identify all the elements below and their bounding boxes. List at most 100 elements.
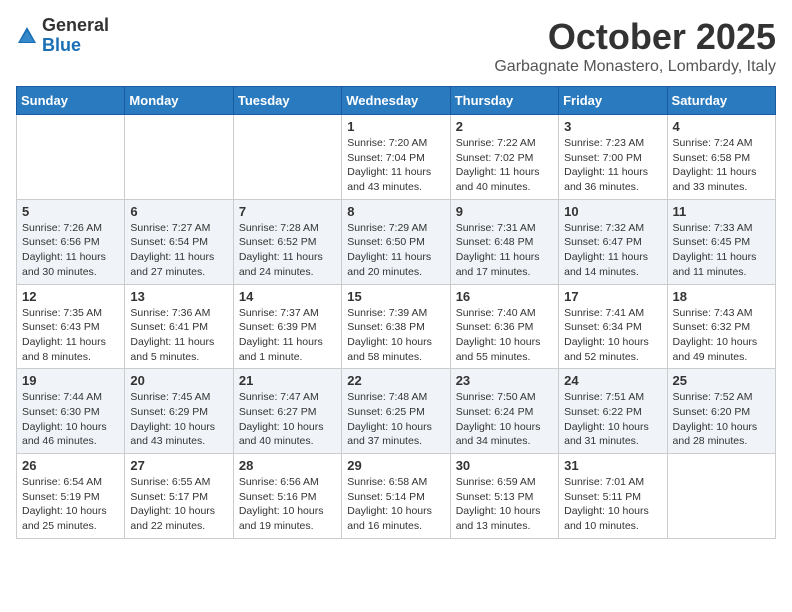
day-number: 3 [564,119,661,134]
table-row: 9 Sunrise: 7:31 AM Sunset: 6:48 PM Daylig… [450,199,558,284]
day-info: Sunrise: 7:28 AM Sunset: 6:52 PM Dayligh… [239,221,336,280]
col-sunday: Sunday [17,87,125,115]
day-info: Sunrise: 7:41 AM Sunset: 6:34 PM Dayligh… [564,306,661,365]
day-number: 19 [22,373,119,388]
day-info: Sunrise: 6:56 AM Sunset: 5:16 PM Dayligh… [239,475,336,534]
day-info: Sunrise: 7:33 AM Sunset: 6:45 PM Dayligh… [673,221,770,280]
calendar-header-row: Sunday Monday Tuesday Wednesday Thursday… [17,87,776,115]
day-number: 21 [239,373,336,388]
calendar-table: Sunday Monday Tuesday Wednesday Thursday… [16,86,776,539]
table-row: 10 Sunrise: 7:32 AM Sunset: 6:47 PM Dayli… [559,199,667,284]
day-info: Sunrise: 7:51 AM Sunset: 6:22 PM Dayligh… [564,390,661,449]
table-row: 24 Sunrise: 7:51 AM Sunset: 6:22 PM Dayli… [559,369,667,454]
day-info: Sunrise: 7:32 AM Sunset: 6:47 PM Dayligh… [564,221,661,280]
table-row: 16 Sunrise: 7:40 AM Sunset: 6:36 PM Dayli… [450,284,558,369]
col-tuesday: Tuesday [233,87,341,115]
day-info: Sunrise: 6:54 AM Sunset: 5:19 PM Dayligh… [22,475,119,534]
day-number: 30 [456,458,553,473]
day-info: Sunrise: 7:39 AM Sunset: 6:38 PM Dayligh… [347,306,444,365]
day-number: 12 [22,289,119,304]
day-number: 10 [564,204,661,219]
day-info: Sunrise: 7:43 AM Sunset: 6:32 PM Dayligh… [673,306,770,365]
day-number: 6 [130,204,227,219]
day-info: Sunrise: 7:50 AM Sunset: 6:24 PM Dayligh… [456,390,553,449]
day-number: 9 [456,204,553,219]
day-number: 5 [22,204,119,219]
day-number: 17 [564,289,661,304]
table-row: 13Sunrise: 7:36 AM Sunset: 6:41 PM Dayli… [125,284,233,369]
day-info: Sunrise: 7:27 AM Sunset: 6:54 PM Dayligh… [130,221,227,280]
day-number: 27 [130,458,227,473]
day-info: Sunrise: 7:47 AM Sunset: 6:27 PM Dayligh… [239,390,336,449]
table-row: 27 Sunrise: 6:55 AM Sunset: 5:17 PM Dayli… [125,454,233,539]
logo: General Blue [16,16,109,56]
table-row: 28 Sunrise: 6:56 AM Sunset: 5:16 PM Dayli… [233,454,341,539]
day-number: 20 [130,373,227,388]
logo-text: General Blue [42,16,109,56]
day-info: Sunrise: 7:26 AM Sunset: 6:56 PM Dayligh… [22,221,119,280]
day-info: Sunrise: 7:31 AM Sunset: 6:48 PM Dayligh… [456,221,553,280]
table-row: 7 Sunrise: 7:28 AM Sunset: 6:52 PM Daylig… [233,199,341,284]
calendar-week-row: 26 Sunrise: 6:54 AM Sunset: 5:19 PM Dayli… [17,454,776,539]
col-saturday: Saturday [667,87,775,115]
table-row: 1 Sunrise: 7:20 AM Sunset: 7:04 PM Daylig… [342,115,450,200]
table-row: 20Sunrise: 7:45 AM Sunset: 6:29 PM Dayli… [125,369,233,454]
day-number: 13 [130,289,227,304]
col-friday: Friday [559,87,667,115]
table-row: 21 Sunrise: 7:47 AM Sunset: 6:27 PM Dayli… [233,369,341,454]
day-info: Sunrise: 6:59 AM Sunset: 5:13 PM Dayligh… [456,475,553,534]
day-number: 1 [347,119,444,134]
day-number: 7 [239,204,336,219]
table-row: 18Sunrise: 7:43 AM Sunset: 6:32 PM Dayli… [667,284,775,369]
table-row: 29 Sunrise: 6:58 AM Sunset: 5:14 PM Dayli… [342,454,450,539]
table-row: 12 Sunrise: 7:35 AM Sunset: 6:43 PM Dayli… [17,284,125,369]
day-number: 16 [456,289,553,304]
table-row: 26 Sunrise: 6:54 AM Sunset: 5:19 PM Dayli… [17,454,125,539]
day-info: Sunrise: 7:35 AM Sunset: 6:43 PM Dayligh… [22,306,119,365]
table-row: 31Sunrise: 7:01 AM Sunset: 5:11 PM Dayli… [559,454,667,539]
day-info: Sunrise: 7:29 AM Sunset: 6:50 PM Dayligh… [347,221,444,280]
calendar-week-row: 5 Sunrise: 7:26 AM Sunset: 6:56 PM Daylig… [17,199,776,284]
table-row: 15 Sunrise: 7:39 AM Sunset: 6:38 PM Dayli… [342,284,450,369]
day-info: Sunrise: 7:48 AM Sunset: 6:25 PM Dayligh… [347,390,444,449]
col-thursday: Thursday [450,87,558,115]
month-title: October 2025 [494,16,776,58]
table-row [125,115,233,200]
day-info: Sunrise: 7:37 AM Sunset: 6:39 PM Dayligh… [239,306,336,365]
location-title: Garbagnate Monastero, Lombardy, Italy [494,58,776,76]
day-info: Sunrise: 7:44 AM Sunset: 6:30 PM Dayligh… [22,390,119,449]
table-row: 25Sunrise: 7:52 AM Sunset: 6:20 PM Dayli… [667,369,775,454]
table-row: 23 Sunrise: 7:50 AM Sunset: 6:24 PM Dayli… [450,369,558,454]
day-number: 14 [239,289,336,304]
day-number: 15 [347,289,444,304]
col-monday: Monday [125,87,233,115]
day-info: Sunrise: 7:40 AM Sunset: 6:36 PM Dayligh… [456,306,553,365]
day-number: 26 [22,458,119,473]
day-info: Sunrise: 7:20 AM Sunset: 7:04 PM Dayligh… [347,136,444,195]
day-number: 24 [564,373,661,388]
table-row: 5 Sunrise: 7:26 AM Sunset: 6:56 PM Daylig… [17,199,125,284]
calendar-week-row: 12 Sunrise: 7:35 AM Sunset: 6:43 PM Dayli… [17,284,776,369]
logo-icon [16,25,38,47]
day-info: Sunrise: 7:23 AM Sunset: 7:00 PM Dayligh… [564,136,661,195]
table-row: 4Sunrise: 7:24 AM Sunset: 6:58 PM Daylig… [667,115,775,200]
table-row: 30 Sunrise: 6:59 AM Sunset: 5:13 PM Dayli… [450,454,558,539]
table-row: 3 Sunrise: 7:23 AM Sunset: 7:00 PM Daylig… [559,115,667,200]
table-row: 14 Sunrise: 7:37 AM Sunset: 6:39 PM Dayli… [233,284,341,369]
table-row: 22Sunrise: 7:48 AM Sunset: 6:25 PM Dayli… [342,369,450,454]
table-row: 2 Sunrise: 7:22 AM Sunset: 7:02 PM Daylig… [450,115,558,200]
day-number: 11 [673,204,770,219]
day-info: Sunrise: 6:55 AM Sunset: 5:17 PM Dayligh… [130,475,227,534]
day-info: Sunrise: 6:58 AM Sunset: 5:14 PM Dayligh… [347,475,444,534]
day-number: 23 [456,373,553,388]
table-row [667,454,775,539]
table-row: 17 Sunrise: 7:41 AM Sunset: 6:34 PM Dayli… [559,284,667,369]
day-number: 8 [347,204,444,219]
day-number: 28 [239,458,336,473]
day-info: Sunrise: 7:22 AM Sunset: 7:02 PM Dayligh… [456,136,553,195]
day-number: 25 [673,373,770,388]
calendar-week-row: 19 Sunrise: 7:44 AM Sunset: 6:30 PM Dayli… [17,369,776,454]
day-number: 29 [347,458,444,473]
day-number: 2 [456,119,553,134]
col-wednesday: Wednesday [342,87,450,115]
